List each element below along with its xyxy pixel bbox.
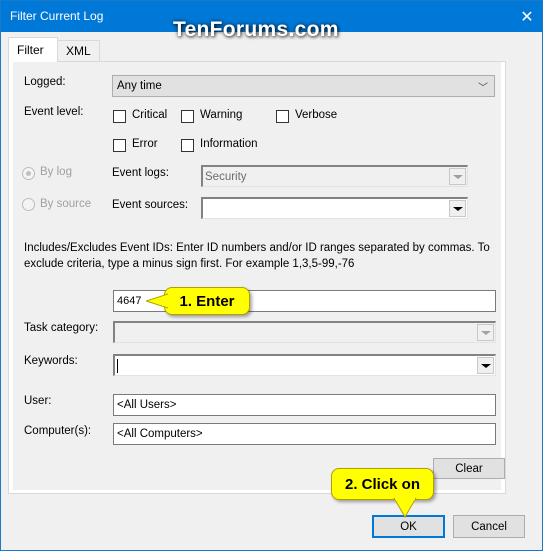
computers-value: <All Computers> <box>117 428 203 440</box>
keywords-label: Keywords: <box>24 355 78 367</box>
keywords-dropdown-button[interactable] <box>477 357 494 374</box>
tab-filter[interactable]: Filter <box>8 37 58 62</box>
dropdown-arrow-icon <box>452 174 463 179</box>
critical-checkbox[interactable] <box>113 110 126 123</box>
keywords-value <box>117 358 118 373</box>
verbose-label: Verbose <box>295 109 338 121</box>
dropdown-arrow-icon <box>480 363 491 368</box>
by-log-radio[interactable] <box>22 167 35 180</box>
filter-panel-body: Logged: Any time ﹀ Event level: Critical… <box>13 62 505 490</box>
dropdown-arrow-icon <box>480 330 491 335</box>
callout-step-1-pointer <box>146 293 168 309</box>
logged-dropdown[interactable]: Any time ﹀ <box>112 75 495 97</box>
dropdown-arrow-icon <box>452 206 463 211</box>
callout-step-2: 2. Click on <box>331 468 434 500</box>
ok-button[interactable]: OK <box>372 515 445 538</box>
event-level-label: Event level: <box>24 106 84 118</box>
logged-value: Any time <box>117 80 162 92</box>
event-logs-value: Security <box>205 170 247 183</box>
by-source-radio[interactable] <box>22 198 35 211</box>
user-input[interactable]: <All Users> <box>113 394 496 416</box>
error-checkbox[interactable] <box>113 139 126 152</box>
verbose-checkbox[interactable] <box>276 110 289 123</box>
logged-label: Logged: <box>24 76 66 88</box>
watermark: TenForums.com <box>173 18 339 41</box>
information-checkbox[interactable] <box>181 139 194 152</box>
error-label: Error <box>132 138 158 150</box>
computers-label: Computer(s): <box>24 425 92 437</box>
event-sources-dropdown-button[interactable] <box>449 200 466 217</box>
clear-button[interactable]: Clear <box>433 458 505 479</box>
keywords-dropdown[interactable] <box>113 354 496 376</box>
task-category-dropdown[interactable] <box>113 321 496 343</box>
computers-input[interactable]: <All Computers> <box>113 423 496 445</box>
callout-step-2-pointer <box>393 498 417 518</box>
event-ids-description: Includes/Excludes Event IDs: Enter ID nu… <box>24 242 490 270</box>
user-value: <All Users> <box>117 399 177 411</box>
event-ids-value: 4647 <box>117 295 142 307</box>
warning-label: Warning <box>200 109 243 121</box>
information-label: Information <box>200 138 258 150</box>
task-category-label: Task category: <box>24 322 99 334</box>
user-label: User: <box>24 395 52 407</box>
by-log-label: By log <box>40 166 72 178</box>
callout-step-1: 1. Enter <box>164 287 250 315</box>
event-sources-dropdown[interactable] <box>201 197 468 219</box>
critical-label: Critical <box>132 109 168 121</box>
window-title: Filter Current Log <box>10 9 104 23</box>
event-logs-dropdown[interactable]: Security <box>201 165 468 187</box>
by-source-label: By source <box>40 198 92 210</box>
event-sources-label: Event sources: <box>112 199 189 211</box>
close-icon[interactable]: ✕ <box>512 1 542 32</box>
tab-xml[interactable]: XML <box>57 40 100 61</box>
event-logs-label: Event logs: <box>112 167 169 179</box>
event-logs-dropdown-button[interactable] <box>449 168 466 185</box>
filter-current-log-dialog: Filter Current Log ✕ TenForums.com Filte… <box>0 0 543 551</box>
chevron-down-icon: ﹀ <box>478 83 488 94</box>
filter-panel: Logged: Any time ﹀ Event level: Critical… <box>8 61 506 494</box>
cancel-button[interactable]: Cancel <box>453 515 525 538</box>
warning-checkbox[interactable] <box>181 110 194 123</box>
task-category-dropdown-button[interactable] <box>477 324 494 341</box>
